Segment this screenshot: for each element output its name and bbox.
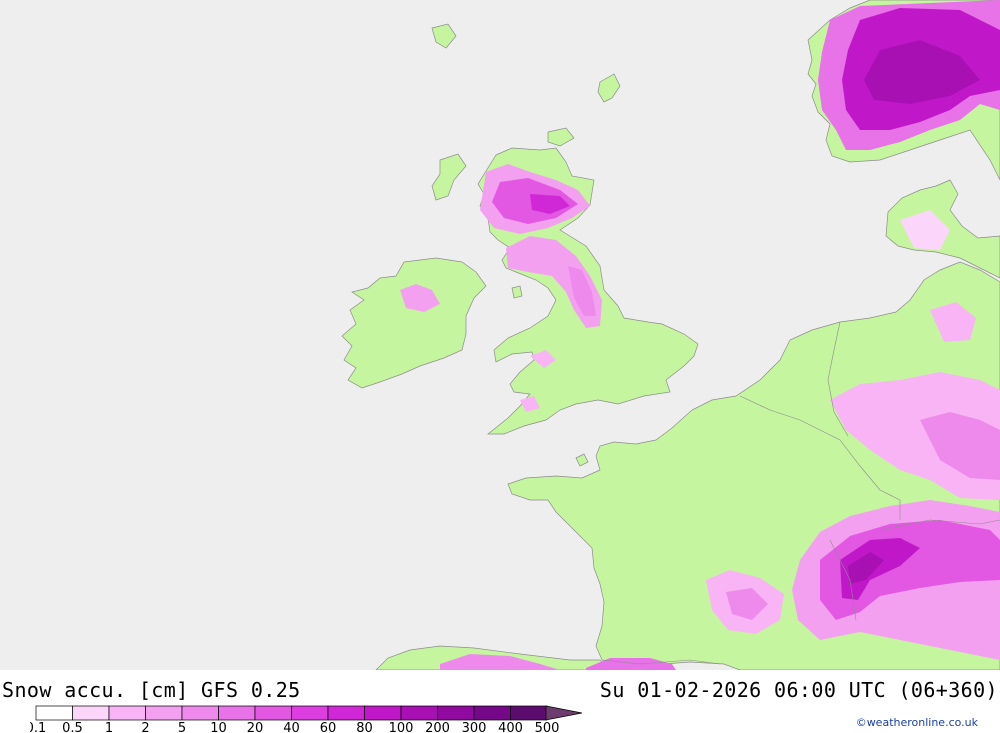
legend-color-box [108, 705, 146, 721]
legend-tick-label: 80 [356, 721, 373, 733]
legend-labels: 0.1 0.5 1 2 5 10 20 40 60 80 100 200 300 400 500 [30, 721, 559, 733]
legend-tick-label: 10 [210, 721, 227, 733]
legend-colorbar: 0.1 0.5 1 2 5 10 20 40 60 80 100 200 300 400 500 [30, 705, 583, 733]
legend-tick-label: 2 [141, 721, 149, 733]
legend-color-box [437, 705, 475, 721]
legend-tick-label: 0.1 [30, 721, 46, 733]
map-title: Snow accu. [cm] GFS 0.25 [2, 678, 301, 702]
legend-color-box [473, 705, 511, 721]
legend-color-box [291, 705, 329, 721]
legend-color-box [254, 705, 292, 721]
credit-link[interactable]: ©weatheronline.co.uk [856, 716, 978, 729]
legend-tick-label: 5 [178, 721, 186, 733]
snow-accumulation-map [0, 0, 1000, 670]
legend-color-box [400, 705, 438, 721]
legend-color-box [364, 705, 402, 721]
legend-tick-label: 100 [389, 721, 414, 733]
legend-tick-label: 200 [425, 721, 450, 733]
legend-color-box [72, 705, 110, 721]
valid-time-label: Su 01-02-2026 06:00 UTC (06+360) [599, 678, 998, 702]
legend-tick-label: 400 [498, 721, 523, 733]
legend-tick-label: 20 [247, 721, 264, 733]
legend-tick-label: 300 [462, 721, 487, 733]
legend-tick-label: 1 [105, 721, 113, 733]
legend-color-boxes [35, 705, 548, 721]
legend-tick-label: 0.5 [62, 721, 83, 733]
isle-of-man [511, 285, 523, 299]
legend-color-box [327, 705, 365, 721]
legend-tick-label: 60 [320, 721, 337, 733]
legend-color-box [181, 705, 219, 721]
legend-arrow [545, 705, 583, 721]
map-footer: Snow accu. [cm] GFS 0.25 Su 01-02-2026 0… [0, 670, 1000, 733]
legend-color-box [35, 705, 73, 721]
legend-tick-label: 40 [283, 721, 300, 733]
legend-color-box [145, 705, 183, 721]
legend-color-box [218, 705, 256, 721]
legend-color-box [510, 705, 548, 721]
legend-tick-label: 500 [535, 721, 560, 733]
